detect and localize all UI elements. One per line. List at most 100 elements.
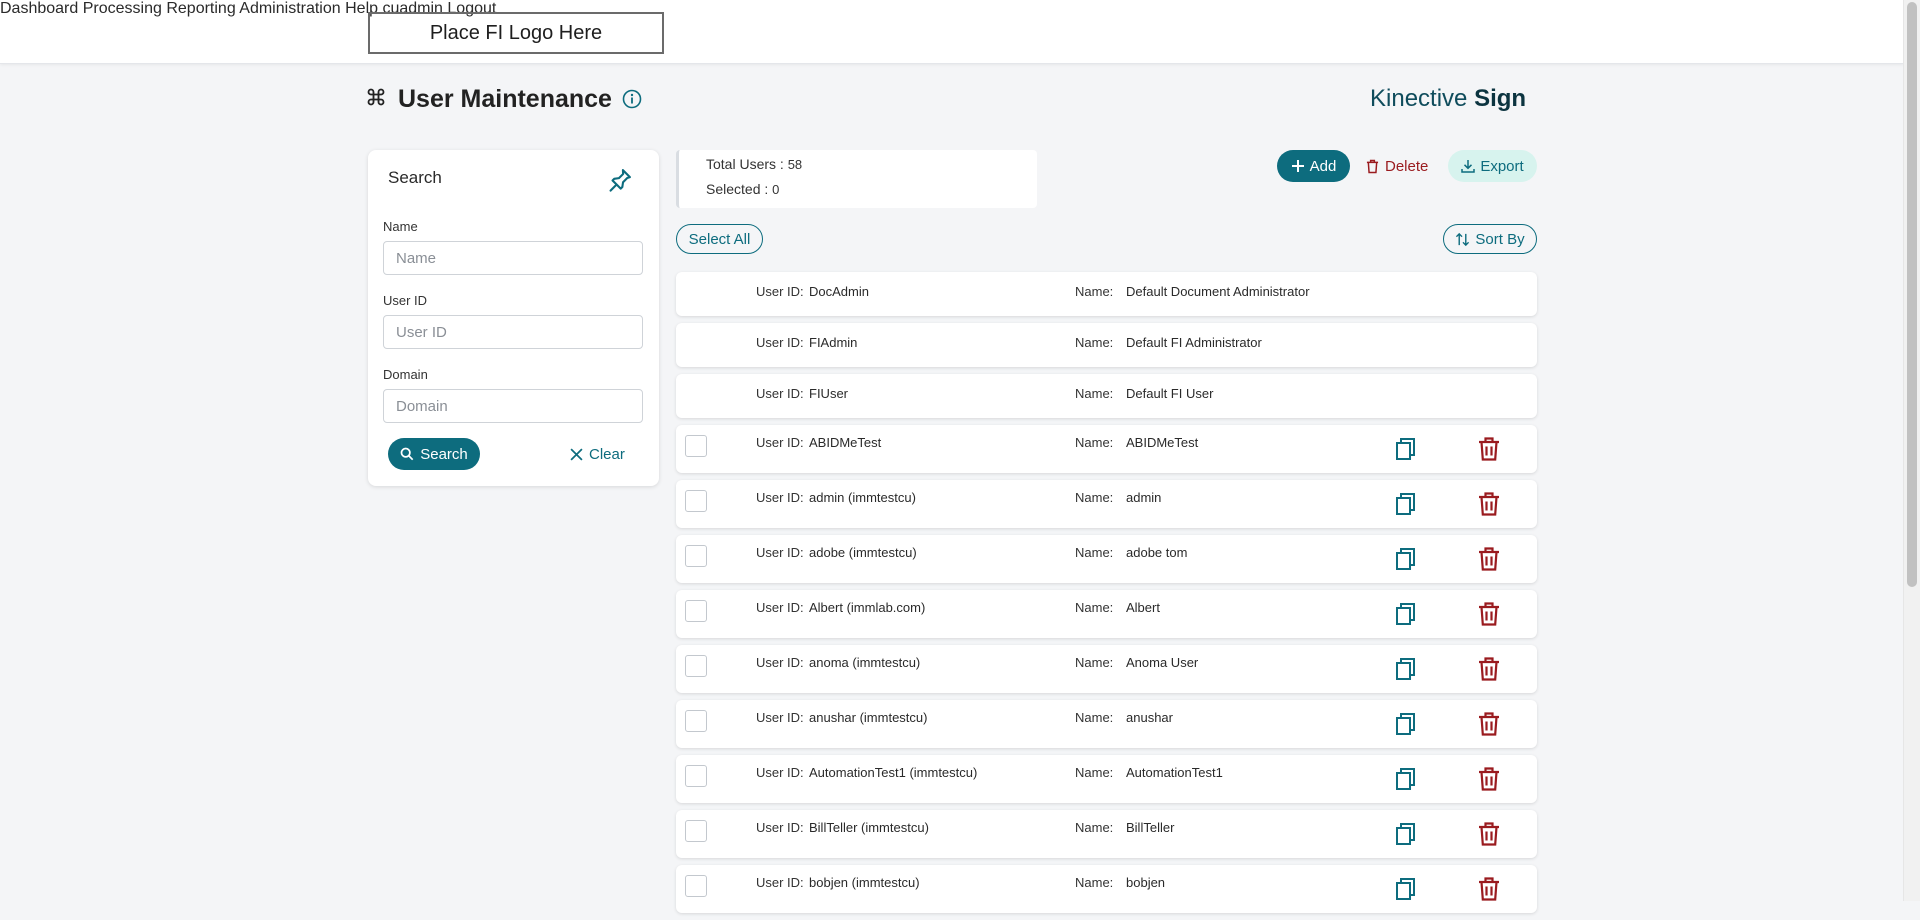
trash-icon[interactable] [1478,712,1500,741]
delete-button[interactable]: Delete [1366,150,1428,182]
row-checkbox[interactable] [685,545,707,567]
name-value: anushar [1126,710,1173,725]
name-value: bobjen [1126,875,1166,890]
user-id-value: bobjen (immtestcu) [809,875,920,890]
name-label: Name: [1075,386,1114,401]
name-label: Name: [1075,284,1114,299]
sort-by-button[interactable]: Sort By [1443,224,1537,254]
copy-icon[interactable] [1395,822,1417,851]
page-title: User Maintenance [366,82,642,116]
name-label: Name: [1075,820,1114,835]
user-row[interactable]: User ID: FIAdmin Name: Default FI Admini… [676,323,1537,367]
trash-icon[interactable] [1478,657,1500,686]
user-id-label: User ID: [756,820,804,835]
scrollbar-thumb[interactable] [1907,2,1917,587]
user-row[interactable]: User ID: bobjen (immtestcu) Name: bobjen [676,865,1537,913]
row-checkbox[interactable] [685,820,707,842]
trash-icon [1366,159,1379,173]
user-row[interactable]: User ID: Albert (immlab.com) Name: Alber… [676,590,1537,638]
search-button-label: Search [420,445,468,463]
user-id-label: User ID: [756,335,804,350]
top-navbar: Place FI Logo Here Dashboard Processing … [0,0,1904,64]
logo-placeholder[interactable]: Place FI Logo Here [368,12,664,54]
user-id-label: User ID: [756,545,804,560]
search-button[interactable]: Search [388,438,480,470]
nav-reporting[interactable]: Reporting [166,0,235,17]
userid-label: User ID [383,293,428,308]
name-label: Name: [1075,545,1114,560]
userid-input[interactable] [383,315,643,349]
copy-icon[interactable] [1395,657,1417,686]
trash-icon[interactable] [1478,437,1500,466]
domain-input[interactable] [383,389,643,423]
copy-icon[interactable] [1395,547,1417,576]
page-scrollbar[interactable] [1903,0,1920,901]
name-label: Name: [1075,875,1114,890]
user-id-label: User ID: [756,386,804,401]
copy-icon[interactable] [1395,767,1417,796]
search-icon [400,447,414,461]
user-row[interactable]: User ID: BillTeller (immtestcu) Name: Bi… [676,810,1537,858]
user-id-value: anoma (immtestcu) [809,655,921,670]
trash-icon[interactable] [1478,547,1500,576]
row-checkbox[interactable] [685,875,707,897]
row-checkbox[interactable] [685,435,707,457]
name-value: adobe tom [1126,545,1188,560]
name-value: Default FI User [1126,386,1214,401]
trash-icon[interactable] [1478,822,1500,851]
name-input[interactable] [383,241,643,275]
user-id-label: User ID: [756,435,804,450]
nav-administration[interactable]: Administration [239,0,340,17]
trash-icon[interactable] [1478,492,1500,521]
select-all-button[interactable]: Select All [676,224,763,254]
row-checkbox[interactable] [685,490,707,512]
trash-icon[interactable] [1478,877,1500,906]
info-icon[interactable] [622,89,642,109]
page-title-text: User Maintenance [398,84,612,113]
delete-label: Delete [1385,157,1429,175]
user-row[interactable]: User ID: FIUser Name: Default FI User [676,374,1537,418]
name-value: Default FI Administrator [1126,335,1262,350]
user-row[interactable]: User ID: ABIDMeTest Name: ABIDMeTest [676,425,1537,473]
copy-icon[interactable] [1395,877,1417,906]
sort-icon [1456,232,1470,246]
user-row[interactable]: User ID: AutomationTest1 (immtestcu) Nam… [676,755,1537,803]
add-user-button[interactable]: Add [1277,150,1350,182]
row-checkbox[interactable] [685,765,707,787]
row-checkbox[interactable] [685,710,707,732]
user-row[interactable]: User ID: anoma (immtestcu) Name: Anoma U… [676,645,1537,693]
brand-logo: Kinective Sign [1370,85,1527,112]
user-id-label: User ID: [756,710,804,725]
copy-icon[interactable] [1395,437,1417,466]
name-value: BillTeller [1126,820,1175,835]
user-id-label: User ID: [756,490,804,505]
copy-icon[interactable] [1395,492,1417,521]
user-id-value: Albert (immlab.com) [809,600,926,615]
user-id-label: User ID: [756,765,804,780]
trash-icon[interactable] [1478,602,1500,631]
user-id-value: BillTeller (immtestcu) [809,820,929,835]
user-list: User ID: DocAdmin Name: Default Document… [676,272,1537,920]
row-checkbox[interactable] [685,600,707,622]
user-id-label: User ID: [756,655,804,670]
copy-icon[interactable] [1395,602,1417,631]
name-label: Name [383,219,418,234]
user-id-value: FIAdmin [809,335,858,350]
user-row[interactable]: User ID: adobe (immtestcu) Name: adobe t… [676,535,1537,583]
name-value: ABIDMeTest [1126,435,1199,450]
export-label: Export [1480,157,1524,175]
user-row[interactable]: User ID: DocAdmin Name: Default Document… [676,272,1537,316]
nav-processing[interactable]: Processing [83,0,162,17]
export-button[interactable]: Export [1448,150,1537,182]
trash-icon[interactable] [1478,767,1500,796]
name-label: Name: [1075,765,1114,780]
close-icon [570,447,583,461]
user-row[interactable]: User ID: anushar (immtestcu) Name: anush… [676,700,1537,748]
row-checkbox[interactable] [685,655,707,677]
copy-icon[interactable] [1395,712,1417,741]
user-row[interactable]: User ID: admin (immtestcu) Name: admin [676,480,1537,528]
total-users: Total Users : 58 [706,156,803,172]
nav-dashboard[interactable]: Dashboard [0,0,78,17]
pin-icon[interactable] [606,166,634,199]
clear-button[interactable]: Clear [570,438,625,470]
